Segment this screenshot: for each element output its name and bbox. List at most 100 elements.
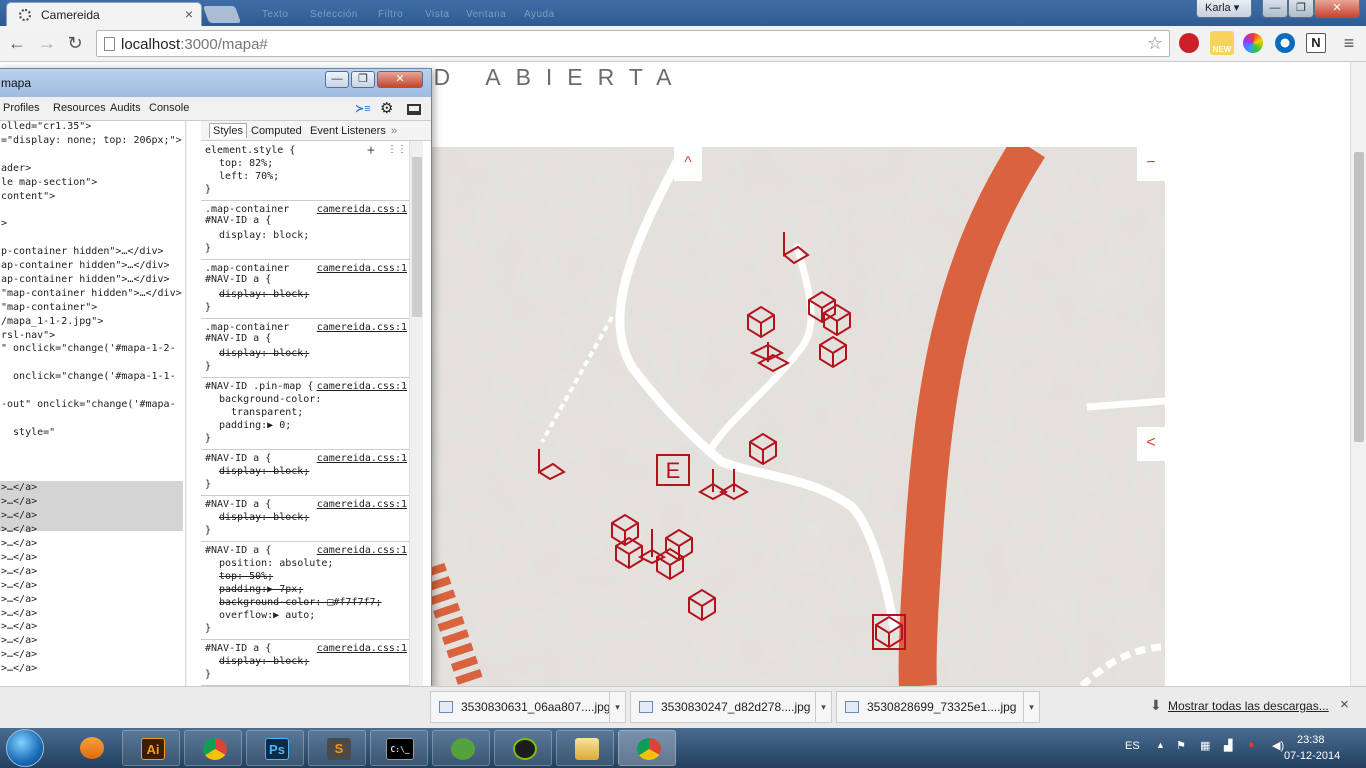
css-declaration[interactable]: top: 82%;: [219, 158, 273, 169]
dom-node-line[interactable]: onclick="change('#mapa-1-1-: [1, 371, 176, 382]
n-extension-icon[interactable]: N: [1306, 33, 1326, 53]
tab-resources[interactable]: Resources: [53, 102, 106, 114]
flag-icon[interactable]: ⚑: [1176, 739, 1186, 752]
tab-close-icon[interactable]: ×: [185, 6, 193, 22]
tab-profiles[interactable]: Profiles: [3, 102, 40, 114]
css-declaration[interactable]: display: block;: [219, 512, 309, 523]
dom-node-line[interactable]: >…</a>: [1, 510, 37, 521]
dom-node-line[interactable]: rsl-nav">: [1, 330, 55, 341]
language-indicator[interactable]: ES: [1125, 740, 1140, 752]
dom-node-line[interactable]: " onclick="change('#mapa-1-2-: [1, 343, 176, 354]
scrollbar-thumb[interactable]: [1354, 152, 1364, 442]
network-icon[interactable]: ▦: [1200, 739, 1210, 752]
css-rule[interactable]: #NAV-ID a {camereida.css:1 position: abso…: [205, 545, 407, 634]
css-declaration[interactable]: top: 50%;: [219, 571, 273, 582]
dom-node-line[interactable]: "map-container">: [1, 302, 97, 313]
taskbar-chrome-2[interactable]: [618, 730, 676, 766]
map-zoom-out-button[interactable]: −: [1137, 147, 1165, 181]
circle-extension-icon[interactable]: [1275, 33, 1295, 53]
dom-node-line[interactable]: style=": [1, 427, 55, 438]
start-button[interactable]: [6, 729, 44, 767]
css-rule[interactable]: .map-container #NAV-ID a {camereida.css:1…: [205, 263, 407, 313]
dom-node-line[interactable]: olled="cr1.35">: [1, 121, 91, 132]
console-drawer-icon[interactable]: ≻≡: [355, 102, 371, 115]
more-tabs-icon[interactable]: »: [391, 125, 397, 137]
color-picker-icon[interactable]: [1243, 33, 1263, 53]
css-declaration[interactable]: padding:▶ 7px;: [219, 584, 303, 595]
dom-node-line[interactable]: >…</a>: [1, 580, 37, 591]
css-declaration[interactable]: display: block;: [219, 656, 309, 667]
taskbar-chrome-1[interactable]: [184, 730, 242, 766]
pinterest-icon[interactable]: [1179, 33, 1199, 53]
new-tab-button[interactable]: [202, 6, 242, 23]
page-scrollbar[interactable]: [1350, 62, 1366, 686]
taskbar-spotify[interactable]: [494, 730, 552, 766]
tab-styles[interactable]: Styles: [209, 123, 247, 138]
taskbar-photoshop[interactable]: Ps: [246, 730, 304, 766]
taskbar-sublime[interactable]: S: [308, 730, 366, 766]
dom-node-line[interactable]: "map-container hidden">…</div>: [1, 288, 182, 299]
new-extension-icon[interactable]: NEW: [1210, 31, 1234, 55]
css-declaration[interactable]: position: absolute;: [219, 558, 333, 569]
dom-node-line[interactable]: >: [1, 218, 7, 229]
dom-node-line[interactable]: -out" onclick="change('#mapa-: [1, 399, 176, 410]
css-declaration[interactable]: display: block;: [219, 348, 309, 359]
reload-icon[interactable]: ↻: [64, 32, 86, 54]
css-rule[interactable]: #NAV-ID a {camereida.css:1 display: block…: [205, 499, 407, 536]
dom-node-line[interactable]: >…</a>: [1, 524, 37, 535]
signal-icon[interactable]: ▟: [1224, 739, 1232, 752]
css-rule[interactable]: element.style {top: 82%; left: 70%;}: [205, 145, 407, 195]
elements-scrollbar[interactable]: [185, 121, 187, 727]
dom-node-line[interactable]: >…</a>: [1, 649, 37, 660]
css-declaration[interactable]: background-color: □#f7f7f7;: [219, 597, 382, 608]
user-profile-button[interactable]: Karla ▾: [1196, 0, 1252, 18]
back-icon[interactable]: ←: [6, 32, 28, 54]
dom-node-line[interactable]: p-container hidden">…</div>: [1, 246, 164, 257]
download-item[interactable]: 3530828699_73325e1....jpg ▾: [836, 691, 1040, 723]
dom-node-line[interactable]: le map-section">: [1, 177, 97, 188]
css-rule[interactable]: #NAV-ID a {camereida.css:1 display: block…: [205, 453, 407, 490]
download-item[interactable]: 3530830631_06aa807....jpg ▾: [430, 691, 626, 723]
devtools-title-bar[interactable]: mapa — ❐ ✕: [0, 69, 431, 97]
address-bar[interactable]: localhost:3000/mapa# ☆: [96, 30, 1170, 57]
dom-node-line[interactable]: content">: [1, 191, 55, 202]
clock-date[interactable]: 07-12-2014: [1284, 750, 1340, 762]
dom-node-line[interactable]: >…</a>: [1, 496, 37, 507]
download-menu-chevron-icon[interactable]: ▾: [815, 692, 831, 722]
dom-node-line[interactable]: >…</a>: [1, 621, 37, 632]
add-rule-icon[interactable]: +: [367, 143, 375, 158]
minimize-button[interactable]: —: [1262, 0, 1288, 18]
bookmark-star-icon[interactable]: ☆: [1147, 33, 1163, 54]
clock-time[interactable]: 23:38: [1297, 734, 1325, 746]
dom-node-line[interactable]: >…</a>: [1, 635, 37, 646]
css-source-link[interactable]: camereida.css:1: [317, 204, 407, 215]
url-text[interactable]: localhost:3000/mapa#: [121, 36, 268, 53]
dom-node-line[interactable]: ="display: none; top: 206px;">: [1, 135, 182, 146]
dom-node-line[interactable]: ap-container hidden">…</div>: [1, 274, 170, 285]
css-source-link[interactable]: camereida.css:1: [317, 499, 407, 510]
tab-event-listeners[interactable]: Event Listeners: [310, 125, 386, 137]
show-hidden-icons-icon[interactable]: ▲: [1156, 740, 1165, 750]
css-source-link[interactable]: camereida.css:1: [317, 643, 407, 654]
css-rule[interactable]: .map-container #NAV-ID a {camereida.css:1…: [205, 322, 407, 372]
dom-node-line[interactable]: ap-container hidden">…</div>: [1, 260, 170, 271]
downloads-close-icon[interactable]: ×: [1340, 696, 1349, 713]
maximize-button[interactable]: ❐: [1288, 0, 1314, 18]
map-prev-button[interactable]: <: [1137, 427, 1165, 461]
css-source-link[interactable]: camereida.css:1: [317, 545, 407, 556]
volume-icon[interactable]: ◀): [1272, 739, 1284, 752]
element-state-icon[interactable]: ⋮⋮: [387, 144, 407, 155]
dom-node-line[interactable]: ader>: [1, 163, 31, 174]
gear-icon[interactable]: ⚙: [380, 99, 393, 117]
dom-node-line[interactable]: /mapa_1-1-2.jpg">: [1, 316, 103, 327]
css-declaration[interactable]: display: block;: [219, 466, 309, 477]
devtools-minimize-button[interactable]: —: [325, 71, 349, 88]
dom-node-line[interactable]: >…</a>: [1, 594, 37, 605]
dock-icon[interactable]: [407, 104, 421, 115]
taskbar-media-player[interactable]: [62, 730, 116, 766]
taskbar-illustrator[interactable]: Ai: [122, 730, 180, 766]
devtools-maximize-button[interactable]: ❐: [351, 71, 375, 88]
css-declaration[interactable]: overflow:▶ auto;: [219, 610, 315, 621]
css-declaration[interactable]: padding:▶ 0;: [219, 420, 291, 431]
css-declaration[interactable]: display: block;: [219, 289, 309, 300]
